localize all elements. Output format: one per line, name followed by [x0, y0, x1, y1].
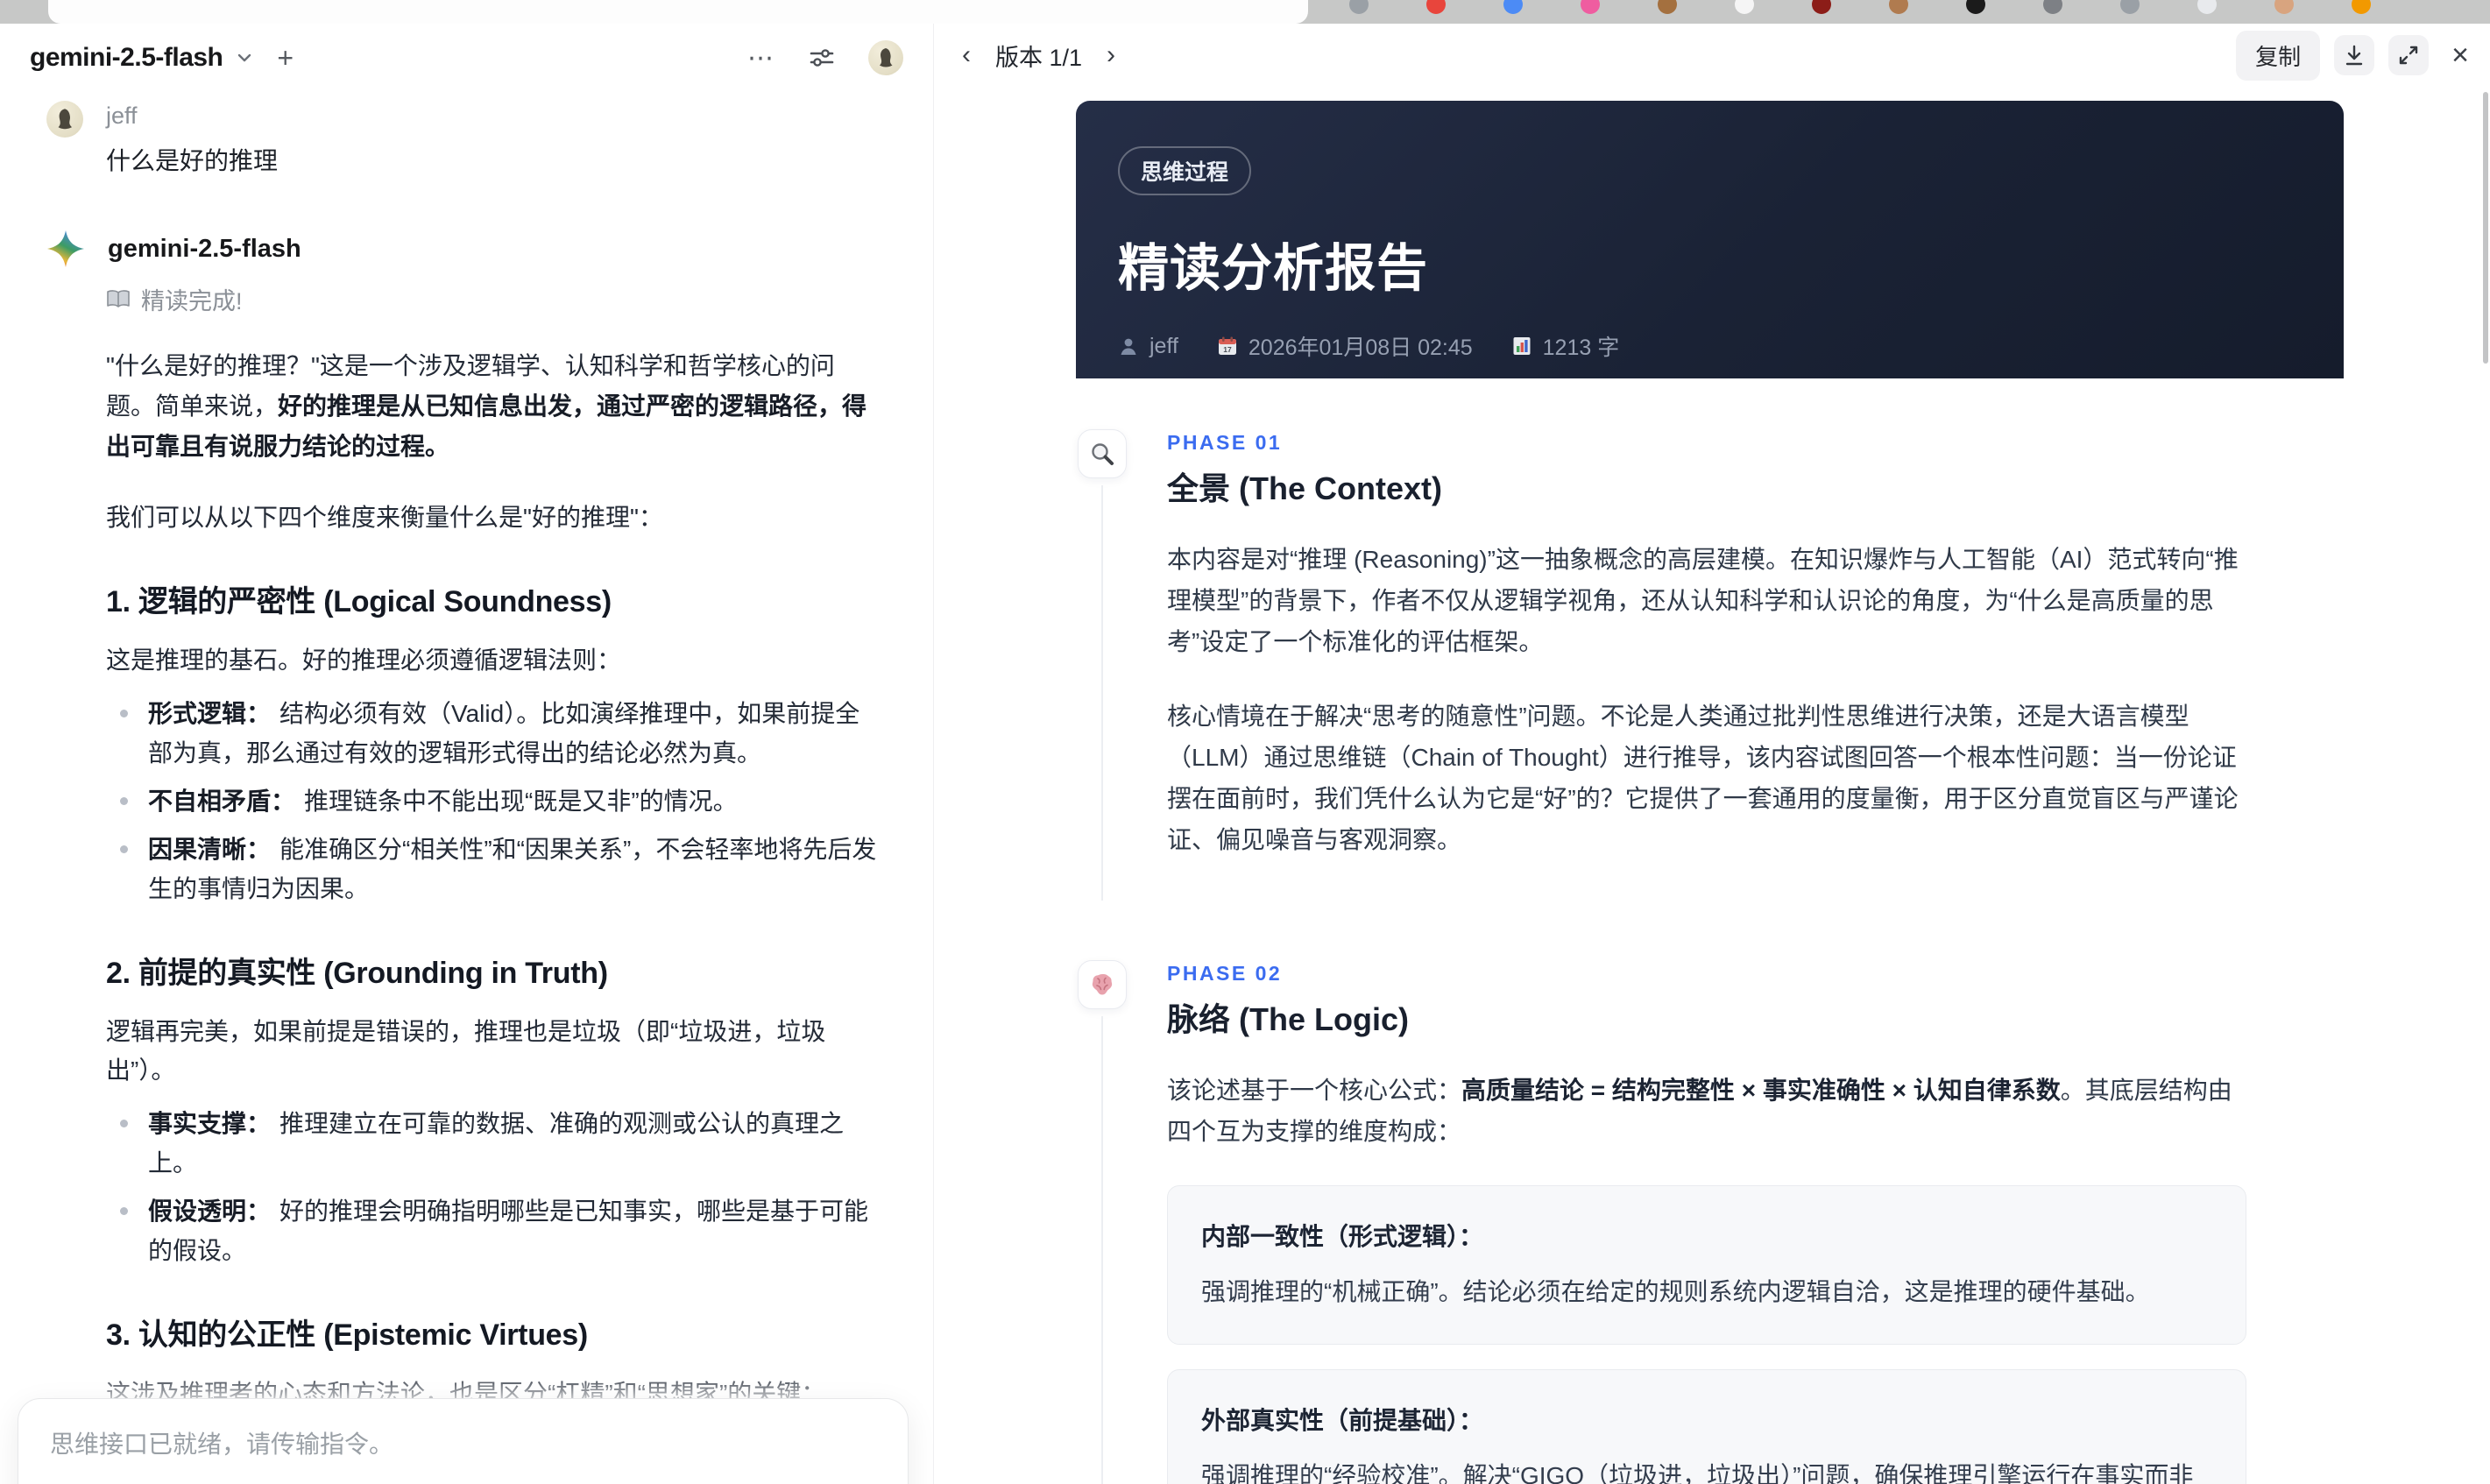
report-body: PHASE 01 全景 (The Context) 本内容是对“推理 (Reas… — [1076, 378, 2344, 1484]
list-item: 事实支撑： 推理建立在可靠的数据、准确的观测或公认的真理之上。 — [106, 1104, 881, 1183]
extension-icon[interactable] — [1426, 0, 1446, 14]
version-label: 版本 1/1 — [995, 44, 1083, 71]
section-intro-2: 逻辑再完美，如果前提是错误的，推理也是垃圾（即“垃圾进，垃圾出”）。 — [106, 1018, 826, 1084]
bullet-list-2: 事实支撑： 推理建立在可靠的数据、准确的观测或公认的真理之上。 假设透明： 好的推理… — [106, 1104, 881, 1270]
wordcount-meta: 1213 字 — [1511, 330, 1619, 362]
timeline-connector — [1101, 485, 1103, 901]
model-selector[interactable]: gemini-2.5-flash — [30, 43, 223, 73]
user-avatar — [46, 101, 83, 138]
extension-icon[interactable] — [1658, 0, 1677, 14]
status-line: 精读完成! — [106, 282, 881, 316]
dimension-card-2: 外部真实性（前提基础）： 强调推理的“经验校准”。解决“GIGO（垃圾进，垃圾出… — [1167, 1369, 2246, 1484]
date-meta: 17 2026年01月08日 02:45 — [1217, 330, 1473, 362]
gemini-logo-icon — [46, 230, 85, 268]
url-bar-stub[interactable] — [48, 0, 1308, 24]
next-version-button[interactable]: › — [1100, 37, 1122, 74]
extension-icon[interactable] — [1966, 0, 1985, 14]
assistant-message-body: 精读完成! "什么是好的推理？"这是一个涉及逻辑学、认知科学和哲学核心的问题。简… — [106, 282, 881, 1484]
message-composer[interactable]: 思维接口已就绪，请传输指令。 + — [18, 1398, 909, 1484]
section-heading-2: 2. 前提的真实性 (Grounding in Truth) — [106, 957, 608, 990]
report-badge: 思维过程 — [1118, 146, 1252, 195]
composer-placeholder[interactable]: 思维接口已就绪，请传输指令。 — [50, 1425, 876, 1460]
author-meta: jeff — [1118, 334, 1178, 359]
intro-paragraph: "什么是好的推理？"这是一个涉及逻辑学、认知科学和哲学核心的问题。简单来说，好的… — [106, 352, 867, 460]
assistant-message-header: gemini-2.5-flash — [46, 230, 888, 268]
chevron-down-icon[interactable] — [235, 48, 254, 67]
artifact-toolbar: ‹ 版本 1/1 › 复制 × — [934, 24, 2490, 87]
extension-icon[interactable] — [1581, 0, 1600, 14]
extension-icon[interactable] — [1735, 0, 1754, 14]
chat-panel: gemini-2.5-flash + ⋯ jeff 什么是好的推理 gemini… — [0, 24, 933, 1484]
user-avatar[interactable] — [868, 40, 903, 75]
report-document: 思维过程 精读分析报告 jeff 17 2026年01月08日 02:45 12… — [1076, 101, 2344, 1484]
user-message-text: 什么是好的推理 — [106, 147, 279, 174]
phase-title: 脉络 (The Logic) — [1167, 1001, 1409, 1037]
calendar-icon: 17 — [1217, 336, 1238, 357]
list-item: 因果清晰： 能准确区分“相关性”和“因果关系”，不会轻率地将先后发生的事情归为因果… — [106, 830, 881, 908]
phase-paragraph: 本内容是对“推理 (Reasoning)”这一抽象概念的高层建模。在知识爆炸与人… — [1167, 546, 2239, 655]
version-nav: ‹ 版本 1/1 › — [955, 37, 1122, 74]
conversation: jeff 什么是好的推理 gemini-2.5-flash 精读完成! "什么是… — [46, 101, 888, 1484]
artifact-actions: 复制 × — [2236, 30, 2478, 81]
copy-button[interactable]: 复制 — [2236, 30, 2321, 81]
person-icon — [1118, 336, 1139, 357]
list-item: 假设透明： 好的推理会明确指明哪些是已知事实，哪些是基于可能的假设。 — [106, 1191, 881, 1270]
list-item: 不自相矛盾： 推理链条中不能出现“既是又非”的情况。 — [106, 781, 881, 821]
section-heading-3: 3. 认知的公正性 (Epistemic Virtues) — [106, 1318, 588, 1352]
phase-label: PHASE 01 — [1167, 431, 1283, 454]
lead-sentence: 我们可以从以下四个维度来衡量什么是"好的推理"： — [106, 504, 663, 531]
list-item: 形式逻辑： 结构必须有效（Valid）。比如演绎推理中，如果前提全部为真，那么通过… — [106, 694, 881, 773]
extension-icon[interactable] — [1503, 0, 1523, 14]
user-name: jeff — [106, 102, 138, 129]
extension-icon[interactable] — [1889, 0, 1908, 14]
bullet-list-1: 形式逻辑： 结构必须有效（Valid）。比如演绎推理中，如果前提全部为真，那么通过… — [106, 694, 881, 908]
brain-icon — [1078, 960, 1127, 1009]
phase-rail — [1078, 960, 1127, 1484]
report-hero: 思维过程 精读分析报告 jeff 17 2026年01月08日 02:45 12… — [1076, 101, 2344, 378]
extension-icon[interactable] — [2274, 0, 2294, 14]
section-heading-1: 1. 逻辑的严密性 (Logical Soundness) — [106, 585, 612, 618]
extension-icon[interactable] — [2352, 0, 2371, 14]
svg-text:17: 17 — [1223, 345, 1232, 354]
report-title: 精读分析报告 — [1118, 240, 1429, 297]
phase-lead: 该论述基于一个核心公式：高质量结论 = 结构完整性 × 事实准确性 × 认知自律… — [1167, 1077, 2232, 1145]
bar-chart-icon — [1511, 336, 1532, 357]
phase-label: PHASE 02 — [1167, 962, 1283, 985]
extension-icon[interactable] — [2043, 0, 2062, 14]
more-options-button[interactable]: ⋯ — [747, 43, 775, 74]
browser-chrome-strip — [0, 0, 2490, 24]
report-meta: jeff 17 2026年01月08日 02:45 1213 字 — [1118, 330, 2302, 362]
scrollbar-thumb[interactable] — [2483, 92, 2488, 364]
close-button[interactable]: × — [2443, 39, 2478, 73]
dimension-card-1: 内部一致性（形式逻辑）： 强调推理的“机械正确”。结论必须在给定的规则系统内逻辑… — [1167, 1185, 2246, 1345]
extension-icon[interactable] — [1812, 0, 1831, 14]
phase-section-1: PHASE 01 全景 (The Context) 本内容是对“推理 (Reas… — [1078, 429, 2344, 960]
timeline-connector — [1101, 1016, 1103, 1484]
phase-rail — [1078, 429, 1127, 901]
fullscreen-button[interactable] — [2388, 35, 2430, 75]
settings-sliders-icon[interactable] — [807, 43, 837, 73]
download-button[interactable] — [2334, 35, 2375, 75]
artifact-panel: ‹ 版本 1/1 › 复制 × 思维过程 精读分析报告 jeff 17 2026… — [933, 24, 2490, 1484]
new-chat-button[interactable]: + — [277, 42, 294, 74]
extension-icon[interactable] — [1349, 0, 1369, 14]
phase-title: 全景 (The Context) — [1167, 470, 1442, 506]
user-message: jeff 什么是好的推理 — [46, 101, 888, 177]
extension-icon[interactable] — [2120, 0, 2140, 14]
extension-icon[interactable] — [2197, 0, 2217, 14]
phase-paragraph: 核心情境在于解决“思考的随意性”问题。不论是人类通过批判性思维进行决策，还是大语… — [1167, 703, 2239, 853]
book-icon — [106, 289, 131, 310]
status-text: 精读完成! — [141, 288, 243, 314]
section-intro-1: 这是推理的基石。好的推理必须遵循逻辑法则： — [106, 647, 622, 674]
prev-version-button[interactable]: ‹ — [955, 37, 978, 74]
assistant-name: gemini-2.5-flash — [108, 234, 301, 263]
chat-header: gemini-2.5-flash + ⋯ — [0, 24, 933, 92]
phase-section-2: PHASE 02 脉络 (The Logic) 该论述基于一个核心公式：高质量结… — [1078, 960, 2344, 1484]
magnifier-icon — [1078, 429, 1127, 478]
